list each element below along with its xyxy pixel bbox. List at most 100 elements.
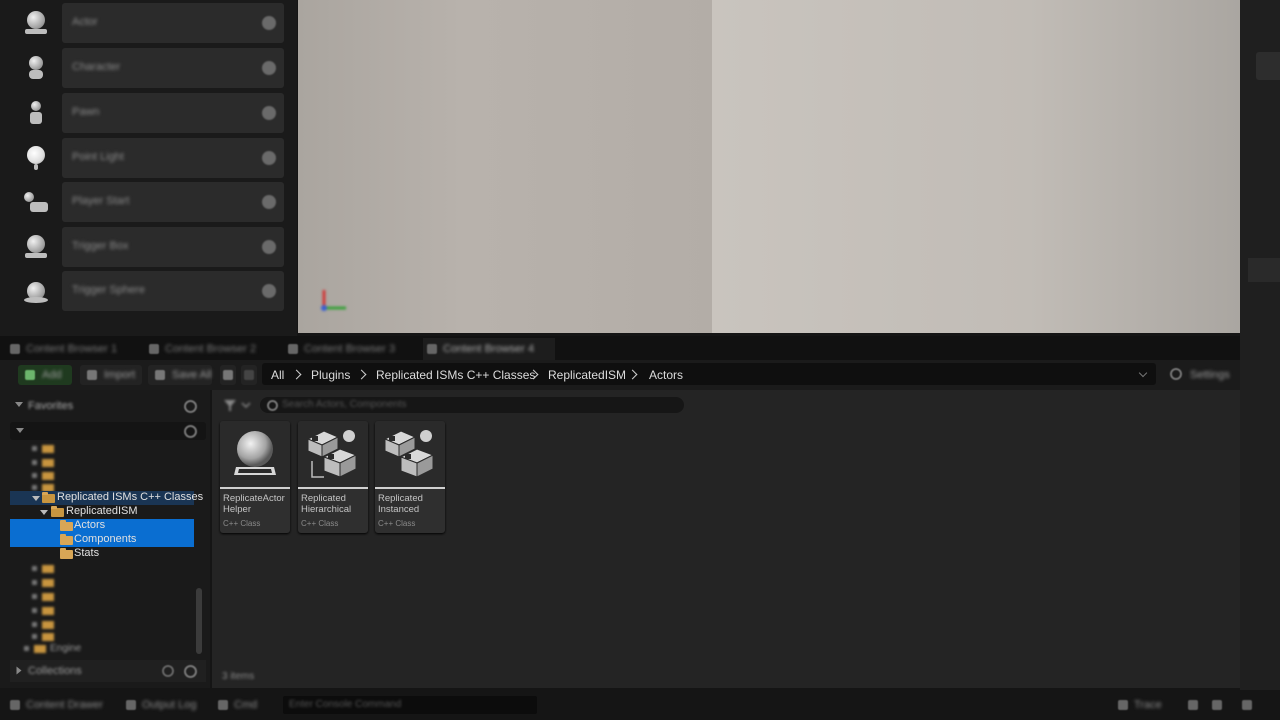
favorites-header[interactable]: Favorites — [10, 396, 206, 416]
tree-folder-row[interactable] — [30, 563, 70, 575]
tree-item-actors[interactable]: Actors — [10, 519, 194, 533]
add-button[interactable]: Add — [18, 365, 72, 385]
tab-content-browser-4[interactable]: Content Browser 4 — [423, 338, 555, 360]
tree-search-input[interactable] — [10, 422, 206, 440]
asset-tile[interactable]: Replicated Hierarchical C++ Class — [298, 421, 368, 533]
chevron-down-icon[interactable] — [1138, 368, 1148, 378]
chevron-down-icon[interactable] — [40, 510, 48, 515]
source-control-button[interactable] — [1210, 698, 1226, 712]
chevron-right-icon[interactable] — [291, 369, 302, 380]
level-viewport[interactable] — [298, 0, 1240, 333]
breadcrumb-item-actors[interactable]: Actors — [649, 368, 683, 382]
place-item-button[interactable]: Point Light — [62, 138, 284, 178]
place-item-character[interactable]: Character — [14, 48, 284, 88]
breadcrumb-item-plugins[interactable]: Plugins — [311, 368, 350, 382]
tab-content-browser-2[interactable]: Content Browser 2 — [145, 338, 277, 360]
search-icon[interactable] — [184, 665, 197, 678]
chevron-right-icon — [15, 402, 23, 407]
tree-folder-row[interactable] — [30, 443, 70, 455]
tree-item-engine[interactable]: Engine — [22, 643, 92, 655]
asset-tile[interactable]: ReplicateActor Helper C++ Class — [220, 421, 290, 533]
history-forward-button[interactable] — [241, 365, 257, 385]
history-back-button[interactable] — [220, 365, 236, 385]
info-icon[interactable] — [262, 61, 276, 75]
chevron-right-icon[interactable] — [356, 369, 367, 380]
trace-label: Trace — [1134, 699, 1162, 711]
import-button[interactable]: Import — [80, 365, 142, 385]
save-all-button[interactable]: Save All — [148, 365, 212, 385]
tree-folder-row[interactable] — [30, 577, 70, 589]
details-panel-tab[interactable] — [1256, 52, 1280, 80]
cmd-dropdown[interactable]: Cmd — [216, 698, 276, 712]
revision-control-button[interactable] — [1240, 698, 1270, 712]
status-bar: Content Drawer Output Log Cmd Trace — [0, 690, 1280, 720]
add-collection-icon[interactable] — [162, 665, 174, 677]
output-log-label: Output Log — [142, 699, 197, 711]
search-icon[interactable] — [184, 425, 197, 438]
chevron-down-icon[interactable] — [32, 496, 40, 501]
tree-folder-row[interactable] — [30, 457, 70, 469]
place-item-button[interactable]: Pawn — [62, 93, 284, 133]
place-item-button[interactable]: Trigger Box — [62, 227, 284, 267]
place-item-actor[interactable]: Actor — [14, 3, 284, 43]
info-icon[interactable] — [262, 106, 276, 120]
tree-item-stats[interactable]: Stats — [10, 547, 194, 561]
output-log-button[interactable]: Output Log — [124, 698, 204, 712]
tree-item-module[interactable]: ReplicatedISM — [10, 505, 194, 519]
place-item-point-light[interactable]: Point Light — [14, 138, 284, 178]
tree-item-plugin-classes[interactable]: Replicated ISMs C++ Classes — [10, 491, 203, 505]
tab-label: Content Browser 2 — [165, 343, 257, 355]
tab-label: Content Browser 4 — [443, 343, 535, 355]
asset-search-input[interactable]: Search Actors, Components — [260, 397, 684, 413]
filter-icon[interactable] — [222, 397, 252, 413]
info-icon[interactable] — [262, 284, 276, 298]
place-item-player-start[interactable]: Player Start — [14, 182, 284, 222]
collections-header[interactable]: Collections — [10, 660, 206, 682]
asset-tile[interactable]: Replicated Instanced C++ Class — [375, 421, 445, 533]
content-drawer-label: Content Drawer — [26, 699, 104, 711]
import-icon — [87, 370, 97, 380]
folder-open-icon — [51, 506, 64, 517]
details-panel-tab[interactable] — [1248, 258, 1280, 282]
chevron-right-icon[interactable] — [627, 369, 638, 380]
breadcrumb-item-module[interactable]: ReplicatedISM — [548, 368, 626, 382]
asset-name: Replicated Instanced — [378, 493, 423, 515]
info-icon[interactable] — [262, 195, 276, 209]
asset-type: C++ Class — [223, 519, 261, 528]
settings-button[interactable]: Settings — [1166, 365, 1236, 385]
info-icon[interactable] — [262, 240, 276, 254]
info-icon[interactable] — [262, 151, 276, 165]
tree-folder-row[interactable] — [30, 631, 70, 643]
revision-control-icon — [1242, 700, 1252, 710]
place-item-button[interactable]: Actor — [62, 3, 284, 43]
trace-button[interactable]: Trace — [1116, 698, 1176, 712]
place-item-trigger-box[interactable]: Trigger Box — [14, 227, 284, 267]
tree-item-components[interactable]: Components — [10, 533, 194, 547]
place-item-button[interactable]: Player Start — [62, 182, 284, 222]
content-drawer-button[interactable]: Content Drawer — [8, 698, 108, 712]
search-icon[interactable] — [184, 400, 197, 413]
breadcrumb-item-all[interactable]: All — [271, 368, 284, 382]
tree-item-label: Engine — [50, 643, 82, 654]
info-icon[interactable] — [262, 16, 276, 30]
folder-open-icon — [42, 492, 55, 503]
content-browser-icon — [427, 344, 437, 354]
console-command-input[interactable]: Enter Console Command — [283, 696, 537, 714]
cmd-label: Cmd — [234, 699, 258, 711]
derived-data-button[interactable] — [1186, 698, 1202, 712]
place-item-button[interactable]: Trigger Sphere — [62, 271, 284, 311]
tree-scrollbar[interactable] — [196, 588, 202, 654]
tree-folder-row[interactable] — [30, 619, 70, 631]
place-item-button[interactable]: Character — [62, 48, 284, 88]
tree-folder-row[interactable] — [30, 605, 70, 617]
tree-folder-row[interactable] — [30, 470, 70, 482]
tab-content-browser-3[interactable]: Content Browser 3 — [284, 338, 416, 360]
content-browser-icon — [10, 344, 20, 354]
place-item-pawn[interactable]: Pawn — [14, 93, 284, 133]
tree-folder-row[interactable] — [30, 591, 70, 603]
breadcrumb-item-classes[interactable]: Replicated ISMs C++ Classes — [376, 368, 535, 382]
folder-icon — [60, 520, 73, 531]
place-item-trigger-sphere[interactable]: Trigger Sphere — [14, 271, 284, 311]
asset-name: Replicated Hierarchical — [301, 493, 352, 515]
tab-content-browser-1[interactable]: Content Browser 1 — [6, 338, 138, 360]
